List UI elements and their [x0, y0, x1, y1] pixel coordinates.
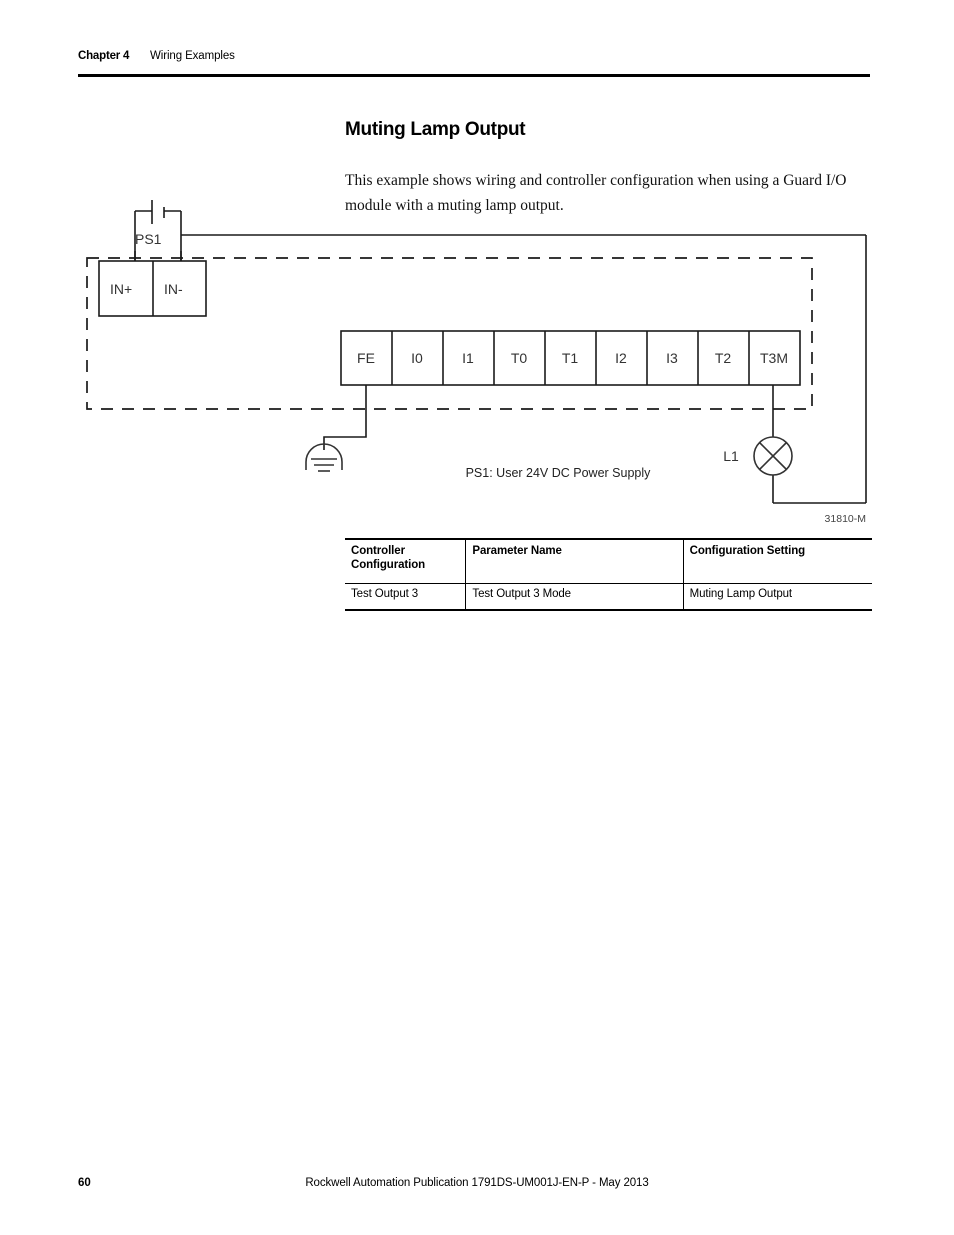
figure-id: 31810-M [825, 513, 866, 525]
module-terminal-label-2: I1 [462, 350, 474, 366]
ground-wire [323, 385, 367, 450]
column-header-parameter-name: Parameter Name [465, 538, 684, 584]
module-terminal-label-4: T1 [562, 350, 579, 366]
module-terminal-label-1: I0 [411, 350, 423, 366]
table-row: Test Output 3 Test Output 3 Mode Muting … [345, 583, 872, 611]
module-terminal-label-3: T0 [511, 350, 528, 366]
module-terminal-label-5: I2 [615, 350, 627, 366]
module-terminal-label-8: T3M [760, 350, 788, 366]
cell-controller-configuration: Test Output 3 [345, 583, 466, 611]
wiring-diagram: PS1 IN+ IN- FE I0 I1 T0 T1 I2 I3 T2 T3M … [0, 0, 954, 1235]
power-supply-label: PS1 [135, 231, 162, 247]
configuration-table: Controller Configuration Parameter Name … [345, 538, 872, 611]
diagram-caption: PS1: User 24V DC Power Supply [466, 466, 652, 480]
module-terminal-label-0: FE [357, 350, 375, 366]
module-terminal-label-7: T2 [715, 350, 732, 366]
input-terminal-label-0: IN+ [110, 281, 132, 297]
cell-configuration-setting: Muting Lamp Output [682, 583, 872, 611]
column-header-controller-configuration: Controller Configuration [345, 538, 466, 584]
lamp-label: L1 [723, 448, 739, 464]
input-terminal-label-1: IN- [164, 281, 183, 297]
footer-publication: Rockwell Automation Publication 1791DS-U… [305, 1177, 649, 1189]
cell-parameter-name: Test Output 3 Mode [465, 583, 684, 611]
column-header-configuration-setting: Configuration Setting [682, 538, 872, 584]
table-header-row: Controller Configuration Parameter Name … [345, 538, 872, 584]
module-terminal-label-6: I3 [666, 350, 678, 366]
